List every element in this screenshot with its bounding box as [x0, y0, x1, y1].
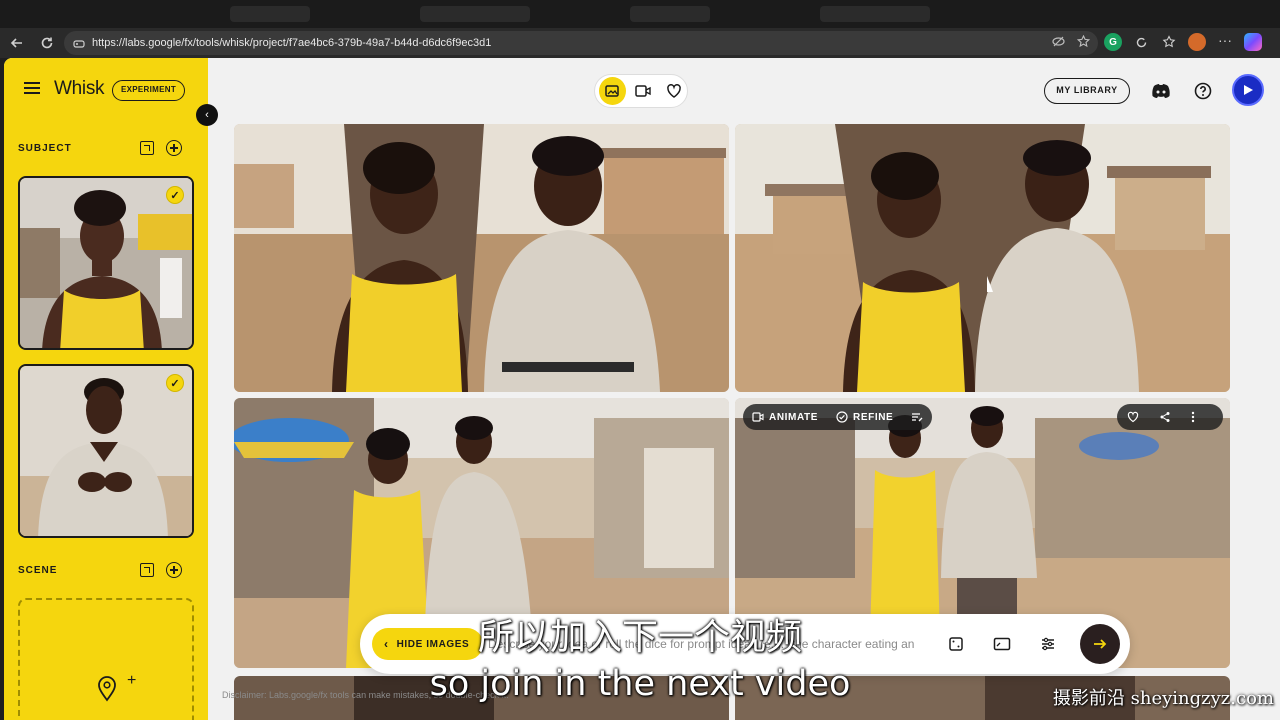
add-scene-icon[interactable]: [166, 562, 182, 578]
upload-image-icon[interactable]: [140, 141, 154, 155]
animate-button[interactable]: ANIMATE: [743, 411, 827, 423]
url-text[interactable]: https://labs.google/fx/tools/whisk/proje…: [92, 37, 491, 49]
reload-icon[interactable]: [34, 30, 60, 56]
more-options-icon[interactable]: [1181, 411, 1205, 423]
browser-tab[interactable]: [820, 6, 930, 22]
hamburger-menu-icon[interactable]: [24, 82, 42, 96]
browser-tab-strip: [0, 0, 1280, 28]
refine-icon: [836, 411, 848, 423]
browser-tab[interactable]: [630, 6, 710, 22]
subject-image-man[interactable]: ✓: [18, 364, 194, 538]
image-mode-icon[interactable]: [599, 77, 626, 105]
collapse-sidebar-icon[interactable]: ‹: [196, 104, 218, 126]
selected-check-icon: ✓: [166, 186, 184, 204]
copilot-icon[interactable]: [1244, 33, 1262, 51]
brand-logo: Whisk: [54, 78, 105, 99]
discord-icon[interactable]: [1150, 80, 1172, 102]
subject-image-woman[interactable]: ✓: [18, 176, 194, 350]
user-avatar[interactable]: [1232, 74, 1264, 106]
bookmark-star-icon[interactable]: [1076, 34, 1091, 51]
subtitle-chinese: 所以加入下一个视频: [477, 617, 802, 658]
refresh-extension-icon[interactable]: [1132, 33, 1150, 51]
animate-icon: [752, 412, 764, 422]
my-library-button[interactable]: MY LIBRARY: [1044, 78, 1130, 104]
browser-tab[interactable]: [230, 6, 310, 22]
experiment-badge: EXPERIMENT: [112, 80, 186, 101]
help-icon[interactable]: [1192, 80, 1214, 102]
prompt-details-icon[interactable]: [902, 411, 932, 423]
subject-section-title: SUBJECT: [18, 143, 72, 154]
generated-image-2[interactable]: [735, 124, 1230, 392]
image-secondary-actions: [1117, 404, 1223, 430]
add-subject-icon[interactable]: [166, 140, 182, 156]
profile-avatar-icon[interactable]: [1188, 33, 1206, 51]
tracking-prevention-icon[interactable]: [1052, 35, 1065, 51]
back-icon[interactable]: [4, 30, 30, 56]
refine-button[interactable]: REFINE: [827, 411, 902, 423]
share-icon[interactable]: [1149, 411, 1181, 423]
selected-check-icon: ✓: [166, 374, 184, 392]
watermark: 摄影前沿 sheyingzyz.com: [1052, 688, 1274, 709]
like-heart-icon[interactable]: [1117, 411, 1149, 423]
upload-image-icon[interactable]: [140, 563, 154, 577]
more-menu-icon[interactable]: ···: [1216, 33, 1234, 51]
grammarly-extension-icon[interactable]: G: [1104, 33, 1122, 51]
generated-image-1[interactable]: [234, 124, 729, 392]
favorites-icon[interactable]: [1160, 33, 1178, 51]
address-bar[interactable]: https://labs.google/fx/tools/whisk/proje…: [64, 31, 1098, 55]
scene-section-title: SCENE: [18, 565, 58, 576]
image-actions-toolbar: ANIMATE REFINE: [743, 404, 933, 430]
site-info-icon[interactable]: [72, 36, 86, 50]
favorites-heart-icon[interactable]: [660, 77, 687, 105]
mode-switcher: [594, 74, 688, 108]
browser-toolbar: https://labs.google/fx/tools/whisk/proje…: [0, 28, 1280, 58]
browser-tab[interactable]: [420, 6, 530, 22]
video-mode-icon[interactable]: [630, 77, 657, 105]
